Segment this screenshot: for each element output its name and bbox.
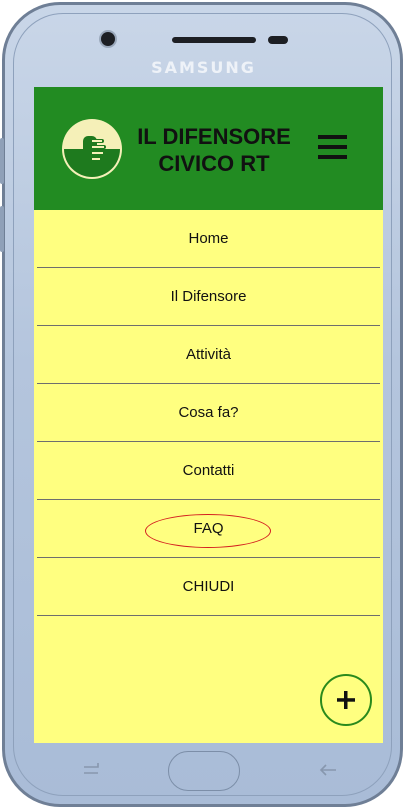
earpiece-speaker [172, 37, 256, 43]
menu-item-label: FAQ [193, 520, 224, 537]
hamburger-menu-icon[interactable] [318, 135, 348, 161]
menu-item-home[interactable]: Home [37, 210, 380, 268]
proximity-sensor [268, 36, 288, 44]
menu-item-contatti[interactable]: Contatti [37, 442, 380, 500]
recent-apps-icon[interactable] [80, 760, 104, 780]
app-screen: IL DIFENSORE CIVICO RT Home Il Difensore… [34, 87, 383, 743]
menu-item-label: Attività [185, 346, 231, 363]
menu-item-faq[interactable]: FAQ [37, 500, 380, 558]
menu-item-label: Contatti [182, 462, 235, 479]
volume-down-button [0, 206, 4, 252]
volume-up-button [0, 138, 4, 184]
device-brand: SAMSUNG [151, 58, 256, 77]
app-logo [62, 119, 122, 179]
add-button[interactable] [320, 674, 372, 726]
hand-logo-icon [64, 136, 120, 177]
menu-item-cosa-fa[interactable]: Cosa fa? [37, 384, 380, 442]
nav-menu: Home Il Difensore Attività Cosa fa? Cont… [37, 210, 380, 616]
menu-item-label: Cosa fa? [178, 404, 239, 421]
menu-item-label: Home [188, 230, 229, 247]
back-arrow-icon[interactable] [316, 760, 340, 780]
menu-item-label: Il Difensore [170, 288, 247, 305]
plus-icon [337, 691, 355, 709]
app-title: IL DIFENSORE CIVICO RT [130, 123, 298, 177]
front-camera [101, 32, 115, 46]
app-title-line1: IL DIFENSORE [137, 124, 291, 149]
menu-item-attivita[interactable]: Attività [37, 326, 380, 384]
app-title-line2: CIVICO RT [158, 151, 270, 176]
menu-item-il-difensore[interactable]: Il Difensore [37, 268, 380, 326]
menu-item-chiudi[interactable]: CHIUDI [37, 558, 380, 616]
app-header: IL DIFENSORE CIVICO RT [34, 87, 383, 210]
home-button[interactable] [168, 751, 240, 791]
menu-item-label: CHIUDI [182, 578, 235, 595]
